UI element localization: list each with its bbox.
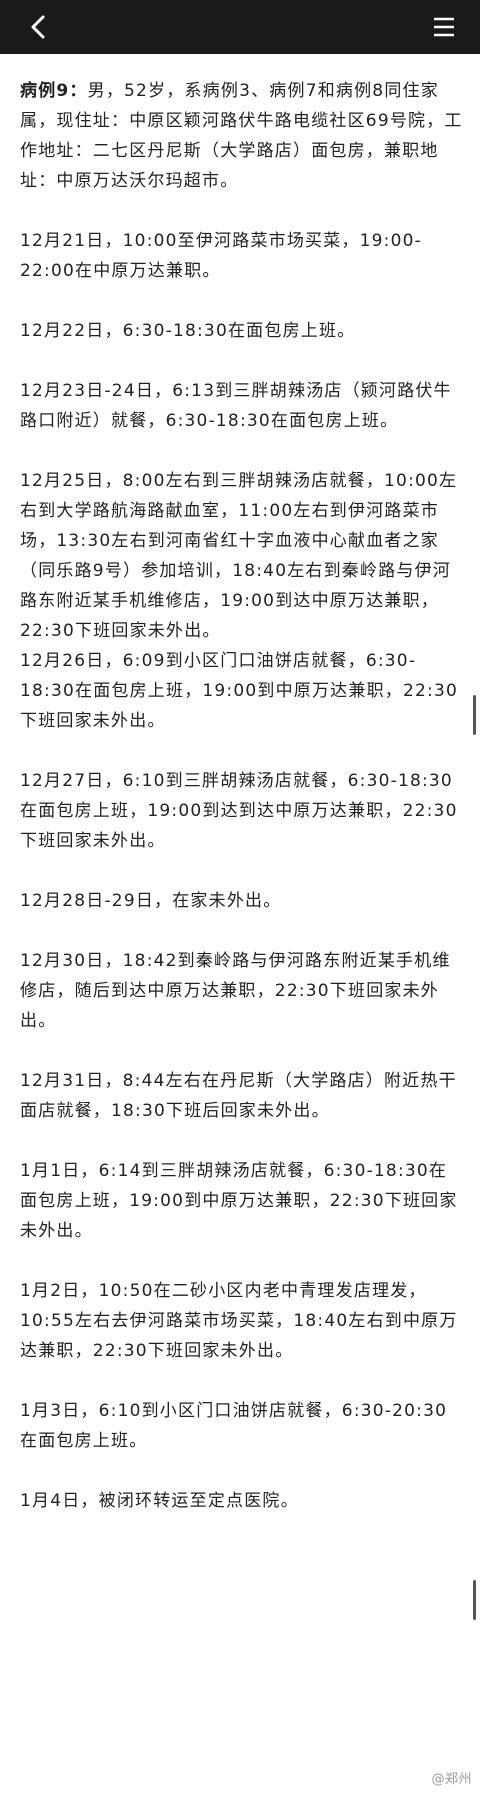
entry-jan-2: 1月2日，10:50在二砂小区内老中青理发店理发，10:55左右去伊河路菜市场买… (20, 1281, 458, 1361)
entry-dec-26: 12月26日，6:09到小区门口油饼店就餐，6:30-18:30在面包房上班，1… (20, 651, 458, 731)
entry-dec-21: 12月21日，10:00至伊河路菜市场买菜，19:00-22:00在中原万达兼职… (20, 231, 422, 281)
scrollbar-thumb[interactable] (473, 695, 476, 735)
case-label: 病例9： (20, 81, 88, 101)
entry-dec-25: 12月25日，8:00左右到三胖胡辣汤店就餐，10:00左右到大学路航海路献血室… (20, 471, 458, 641)
entry-jan-1: 1月1日，6:14到三胖胡辣汤店就餐，6:30-18:30在面包房上班，19:0… (20, 1161, 458, 1241)
entry-jan-3: 1月3日，6:10到小区门口油饼店就餐，6:30-20:30在面包房上班。 (20, 1401, 448, 1451)
case-intro-paragraph: 病例9：男，52岁，系病例3、病例7和病例8同住家属，现住址：中原区颖河路伏牛路… (20, 76, 465, 196)
entry-dec-27: 12月27日，6:10到三胖胡辣汤店就餐，6:30-18:30在面包房上班，19… (20, 771, 458, 851)
back-button[interactable] (22, 9, 58, 45)
scrollbar-thumb-secondary[interactable] (473, 1580, 476, 1620)
menu-button[interactable] (426, 9, 462, 45)
entry-dec-28-29: 12月28日-29日，在家未外出。 (20, 891, 282, 911)
weibo-watermark: @郑州 (431, 1772, 472, 1787)
entry-dec-30: 12月30日，18:42到秦岭路与伊河路东附近某手机维修店，随后到达中原万达兼职… (20, 951, 451, 1031)
chevron-left-icon (31, 15, 45, 39)
entry-jan-4: 1月4日，被闭环转运至定点医院。 (20, 1491, 299, 1511)
top-nav-bar (0, 0, 480, 54)
entry-dec-22: 12月22日，6:30-18:30在面包房上班。 (20, 321, 356, 341)
entry-dec-23-24: 12月23日-24日，6:13到三胖胡辣汤店（颍河路伏牛路口附近）就餐，6:30… (20, 381, 452, 431)
entry-dec-31: 12月31日，8:44左右在丹尼斯（大学路店）附近热干面店就餐，18:30下班后… (20, 1071, 457, 1121)
hamburger-menu-icon (434, 17, 454, 37)
article-body: 病例9：男，52岁，系病例3、病例7和病例8同住家属，现住址：中原区颖河路伏牛路… (20, 76, 465, 1516)
